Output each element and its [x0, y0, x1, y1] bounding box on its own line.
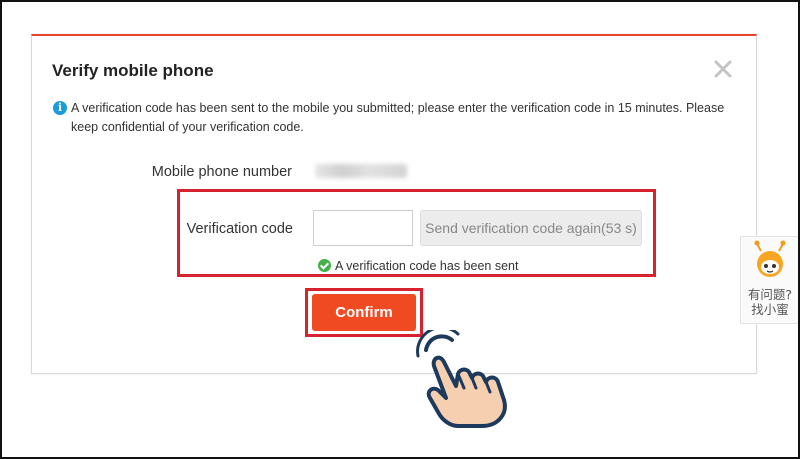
- phone-label: Mobile phone number: [151, 164, 292, 180]
- helper-mascot-icon: [754, 240, 786, 277]
- notice-text: A verification code has been sent to the…: [71, 101, 725, 134]
- notice-text-block: i A verification code has been sent to t…: [53, 99, 743, 137]
- pointer-hand-icon: [416, 330, 507, 428]
- dialog-title: Verify mobile phone: [52, 61, 214, 80]
- code-sent-message: A verification code has been sent: [318, 259, 518, 273]
- send-code-again-button[interactable]: Send verification code again(53 s): [420, 210, 642, 246]
- info-icon: i: [53, 101, 67, 115]
- code-sent-text: A verification code has been sent: [335, 259, 519, 273]
- code-label: Verification code: [186, 221, 293, 237]
- check-icon: [318, 259, 331, 272]
- close-icon[interactable]: [710, 56, 736, 82]
- helper-line-2: 找小蜜: [751, 302, 789, 317]
- help-assistant-widget[interactable]: 有问题? 找小蜜: [740, 236, 798, 324]
- confirm-button[interactable]: Confirm: [312, 294, 416, 331]
- helper-text: 有问题? 找小蜜: [741, 287, 799, 317]
- verification-code-input[interactable]: [313, 210, 413, 246]
- phone-number-value: [315, 164, 407, 178]
- helper-line-1: 有问题?: [747, 287, 793, 302]
